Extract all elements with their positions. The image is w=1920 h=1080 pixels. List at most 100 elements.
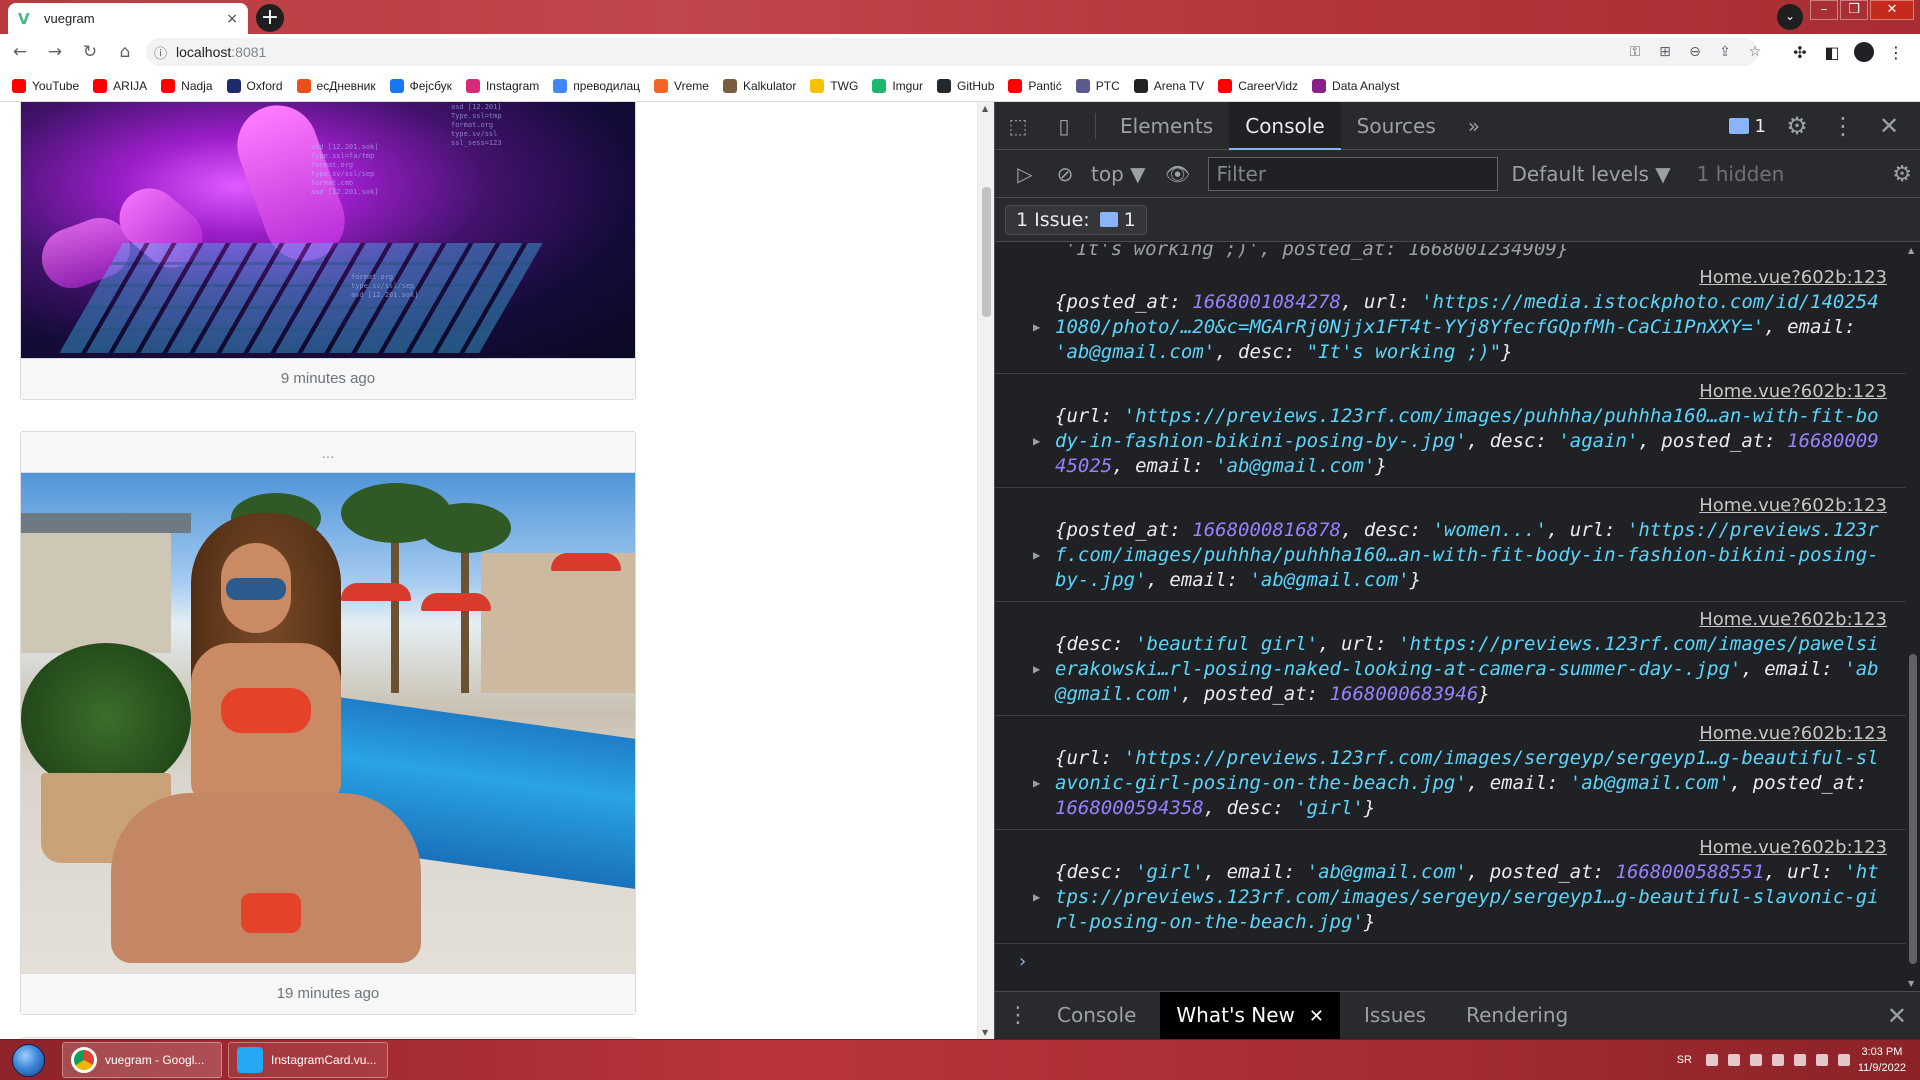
share-icon[interactable]: ⇪ <box>1710 44 1740 60</box>
console-source-link[interactable]: Home.vue?602b:123 <box>1015 266 1887 290</box>
drawer-menu-icon[interactable]: ⋮ <box>995 1003 1041 1028</box>
key-icon[interactable]: ⚿ <box>1620 44 1650 60</box>
console-source-link[interactable]: Home.vue?602b:123 <box>1015 494 1887 518</box>
new-tab-button[interactable]: + <box>256 4 284 32</box>
translate-icon[interactable]: ⊞ <box>1650 44 1680 60</box>
browser-menu-icon[interactable]: ⋮ <box>1880 43 1912 62</box>
device-toolbar-icon[interactable]: ▯ <box>1041 114 1087 138</box>
console-source-link[interactable]: Home.vue?602b:123 <box>1015 608 1887 632</box>
side-panel-icon[interactable]: ◧ <box>1816 43 1848 62</box>
site-info-icon[interactable]: ⓘ <box>154 43 167 62</box>
tab-console[interactable]: Console <box>1229 101 1341 150</box>
minimize-button[interactable]: – <box>1810 0 1838 20</box>
tab-sources[interactable]: Sources <box>1341 102 1452 150</box>
extensions-puzzle-icon[interactable]: ✣ <box>1784 43 1816 62</box>
customize-menu-icon[interactable]: ⋮ <box>1820 112 1866 140</box>
tray-shield-icon[interactable] <box>1706 1054 1718 1066</box>
console-scrollbar-thumb[interactable] <box>1909 654 1917 964</box>
bookmark-item[interactable]: PTC <box>1075 78 1120 93</box>
bookmark-item[interactable]: GitHub <box>937 78 994 93</box>
console-object[interactable]: ▶ {desc: 'girl', email: 'ab@gmail.com', p… <box>1015 860 1887 935</box>
bookmark-item[interactable]: есДневник <box>296 78 376 93</box>
close-tab-icon[interactable]: ✕ <box>1309 1006 1324 1027</box>
bookmark-item[interactable]: Vreme <box>654 78 709 93</box>
system-clock[interactable]: 3:03 PM 11/9/2022 <box>1858 1044 1906 1076</box>
bookmark-item[interactable]: Imgur <box>872 78 923 93</box>
settings-gear-icon[interactable]: ⚙ <box>1774 112 1820 140</box>
bookmark-item[interactable]: TWG <box>810 78 858 93</box>
expand-triangle-icon[interactable]: ▶ <box>1033 315 1040 340</box>
tab-search-button[interactable]: ⌄ <box>1777 4 1803 30</box>
forward-arrow-icon[interactable]: → <box>40 37 70 67</box>
tray-app-icon[interactable] <box>1728 1054 1740 1066</box>
language-indicator[interactable]: SR <box>1677 1054 1692 1066</box>
console-settings-gear-icon[interactable]: ⚙ <box>1892 162 1912 187</box>
console-source-link[interactable]: Home.vue?602b:123 <box>1015 722 1887 746</box>
bookmark-item[interactable]: Pantić <box>1008 78 1062 93</box>
console-source-link[interactable]: Home.vue?602b:123 <box>1015 380 1887 404</box>
bookmark-item[interactable]: Nadja <box>161 78 213 93</box>
tray-display-icon[interactable] <box>1816 1054 1828 1066</box>
start-button[interactable] <box>4 1041 52 1079</box>
tab-close-icon[interactable]: × <box>226 11 238 27</box>
expand-triangle-icon[interactable]: ▶ <box>1033 657 1040 682</box>
console-object[interactable]: ▶ {url: 'https://previews.123rf.com/image… <box>1015 746 1887 821</box>
profile-avatar[interactable] <box>1854 42 1874 62</box>
page-scrollbar-thumb[interactable] <box>982 187 991 317</box>
tray-network-icon[interactable] <box>1772 1054 1784 1066</box>
bookmark-item[interactable]: Фејсбук <box>389 78 452 93</box>
drawer-tab-whats-new[interactable]: What's New ✕ <box>1160 992 1340 1039</box>
expand-triangle-icon[interactable]: ▶ <box>1033 429 1040 454</box>
drawer-tab-rendering[interactable]: Rendering <box>1450 992 1584 1039</box>
expand-triangle-icon[interactable]: ▶ <box>1033 771 1040 796</box>
back-arrow-icon[interactable]: ← <box>5 37 35 67</box>
taskbar-chrome[interactable]: vuegram - Googl... <box>62 1042 222 1078</box>
console-prompt[interactable]: › <box>995 944 1907 980</box>
bookmark-item[interactable]: CareerVidz <box>1218 78 1298 93</box>
console-filter-input[interactable]: Filter <box>1207 156 1498 191</box>
tray-flag-icon[interactable] <box>1794 1054 1806 1066</box>
page-scrollbar[interactable]: ▲ ▼ <box>977 102 994 1039</box>
console-object[interactable]: ▶ {posted_at: 1668000816878, desc: 'women… <box>1015 518 1887 593</box>
tab-elements[interactable]: Elements <box>1104 102 1229 150</box>
drawer-tab-console[interactable]: Console <box>1041 992 1152 1039</box>
close-drawer-icon[interactable]: ✕ <box>1887 1002 1907 1030</box>
bookmark-item[interactable]: YouTube <box>12 78 79 93</box>
bookmark-item[interactable]: Instagram <box>465 78 539 93</box>
bookmark-star-icon[interactable]: ☆ <box>1740 44 1770 60</box>
drawer-tab-issues[interactable]: Issues <box>1348 992 1442 1039</box>
live-expression-eye-icon[interactable]: 👁 <box>1158 162 1198 186</box>
issues-counter-button[interactable]: 1 <box>1721 110 1774 142</box>
close-devtools-icon[interactable]: ✕ <box>1866 112 1912 140</box>
address-bar[interactable]: ⓘ localhost :8081 <box>146 38 1758 66</box>
more-tabs-icon[interactable]: » <box>1452 102 1496 150</box>
clear-console-icon[interactable]: ⊘ <box>1045 162 1085 186</box>
maximize-button[interactable]: ❐ <box>1840 0 1868 20</box>
expand-triangle-icon[interactable]: ▶ <box>1033 885 1040 910</box>
zoom-icon[interactable]: ⊖ <box>1680 44 1710 60</box>
log-levels-dropdown[interactable]: Default levels ▼ <box>1512 162 1671 186</box>
window-close-button[interactable]: ✕ <box>1870 0 1914 20</box>
console-object[interactable]: ▶ {desc: 'beautiful girl', url: 'https://… <box>1015 632 1887 707</box>
home-icon[interactable]: ⌂ <box>110 37 140 67</box>
taskbar-vscode[interactable]: InstagramCard.vu... <box>228 1042 388 1078</box>
inspect-element-icon[interactable]: ⬚ <box>995 114 1041 138</box>
show-sidebar-icon[interactable]: ▷ <box>1005 162 1045 186</box>
tray-lock-icon[interactable] <box>1750 1054 1762 1066</box>
console-object[interactable]: ▶ {posted_at: 1668001084278, url: 'https:… <box>1015 290 1887 365</box>
context-selector[interactable]: top ▼ <box>1091 162 1146 186</box>
reload-icon[interactable]: ↻ <box>75 37 105 67</box>
expand-triangle-icon[interactable]: ▶ <box>1033 543 1040 568</box>
bookmark-item[interactable]: Data Analyst <box>1312 78 1399 93</box>
console-object[interactable]: ▶ {url: 'https://previews.123rf.com/image… <box>1015 404 1887 479</box>
issues-pill-button[interactable]: 1 Issue: 1 <box>1005 204 1147 235</box>
bookmark-item[interactable]: преводилац <box>553 78 640 93</box>
bookmark-item[interactable]: Arena TV <box>1133 78 1204 93</box>
bookmark-item[interactable]: ARIJA <box>93 78 147 93</box>
bookmark-item[interactable]: Kalkulator <box>722 78 796 93</box>
browser-tab-vuegram[interactable]: V vuegram × <box>8 3 248 34</box>
volume-icon[interactable] <box>1838 1054 1850 1066</box>
bookmark-item[interactable]: Oxford <box>226 78 283 93</box>
console-scrollbar[interactable]: ▲ ▼ <box>1906 244 1920 990</box>
console-source-link[interactable]: Home.vue?602b:123 <box>1015 836 1887 860</box>
